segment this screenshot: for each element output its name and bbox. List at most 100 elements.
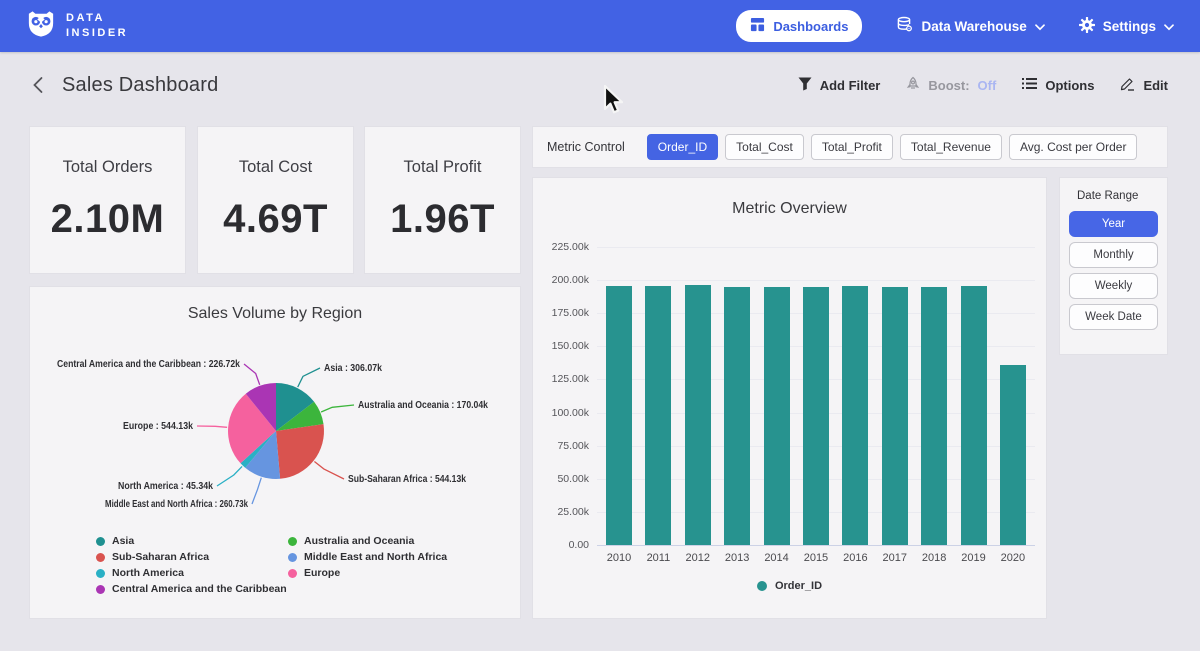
- date-range-monthly-button[interactable]: Monthly: [1069, 242, 1158, 268]
- legend-dot: [96, 553, 105, 562]
- brand-line1: DATA: [66, 11, 128, 26]
- pie-chart-title: Sales Volume by Region: [30, 287, 520, 323]
- y-tick-label: 100.00k: [537, 407, 589, 419]
- edit-label: Edit: [1143, 78, 1168, 93]
- pie-label-leader: [252, 478, 261, 504]
- nav-settings[interactable]: Settings: [1079, 17, 1174, 36]
- x-tick-label: 2018: [916, 552, 952, 564]
- legend-item[interactable]: Asia: [96, 533, 288, 549]
- add-filter-label: Add Filter: [820, 78, 881, 93]
- nav-settings-label: Settings: [1103, 19, 1156, 34]
- owl-logo-icon: [26, 10, 56, 43]
- y-tick-label: 125.00k: [537, 373, 589, 385]
- legend-dot: [96, 569, 105, 578]
- x-tick-label: 2015: [798, 552, 834, 564]
- legend-item[interactable]: Central America and the Caribbean: [96, 581, 288, 597]
- boost-rocket-icon: [906, 76, 920, 94]
- legend-dot: [757, 581, 767, 591]
- bar-chart-legend[interactable]: Order_ID: [533, 580, 1046, 592]
- metric-chip-avg-cost-per-order[interactable]: Avg. Cost per Order: [1009, 134, 1138, 160]
- legend-label: North America: [112, 567, 184, 579]
- legend-item[interactable]: Australia and Oceania: [288, 533, 447, 549]
- bar[interactable]: [882, 287, 908, 545]
- x-tick-label: 2016: [837, 552, 873, 564]
- bar[interactable]: [764, 287, 790, 546]
- legend-item[interactable]: North America: [96, 565, 288, 581]
- data-warehouse-icon: [896, 16, 913, 36]
- pie-slice-sub-saharan-africa[interactable]: [276, 424, 324, 479]
- bar-chart-plot-area: 0.0025.00k50.00k75.00k100.00k125.00k150.…: [597, 247, 1035, 545]
- y-tick-label: 25.00k: [537, 506, 589, 518]
- bar[interactable]: [724, 287, 750, 545]
- bar[interactable]: [961, 286, 987, 545]
- bar-chart-x-axis: 2010201120122013201420152016201720182019…: [597, 552, 1035, 564]
- y-tick-label: 75.00k: [537, 440, 589, 452]
- add-filter-button[interactable]: Add Filter: [798, 77, 881, 94]
- legend-label: Australia and Oceania: [304, 535, 414, 547]
- nav-dashboards-button[interactable]: Dashboards: [736, 10, 862, 42]
- nav-dashboards-label: Dashboards: [773, 19, 848, 34]
- date-range-year-button[interactable]: Year: [1069, 211, 1158, 237]
- bar[interactable]: [685, 285, 711, 545]
- chevron-down-icon: [1164, 19, 1174, 34]
- legend-label: Central America and the Caribbean: [112, 583, 287, 595]
- boost-value: Off: [978, 78, 997, 93]
- metric-chip-order-id[interactable]: Order_ID: [647, 134, 718, 160]
- metric-overview-chart-card: Metric Overview 0.0025.00k50.00k75.00k10…: [533, 178, 1046, 618]
- metric-control-strip: Metric Control Order_ID Total_Cost Total…: [533, 127, 1167, 167]
- bar[interactable]: [645, 286, 671, 545]
- x-tick-label: 2011: [640, 552, 676, 564]
- kpi-value: 1.96T: [390, 197, 495, 242]
- legend-label: Asia: [112, 535, 134, 547]
- bar[interactable]: [606, 286, 632, 545]
- kpi-label: Total Profit: [404, 158, 482, 177]
- nav-data-warehouse-label: Data Warehouse: [921, 19, 1026, 34]
- bar[interactable]: [921, 287, 947, 545]
- back-button[interactable]: [32, 76, 44, 94]
- legend-dot: [288, 537, 297, 546]
- legend-item[interactable]: Middle East and North Africa: [288, 549, 447, 565]
- legend-dot: [96, 585, 105, 594]
- y-tick-label: 200.00k: [537, 274, 589, 286]
- pie-label-leader: [321, 405, 354, 412]
- date-range-weekly-button[interactable]: Weekly: [1069, 273, 1158, 299]
- gridline: [597, 545, 1035, 546]
- pie-slice-label: Central America and the Caribbean : 226.…: [57, 359, 240, 370]
- pie-label-leader: [244, 364, 260, 385]
- x-tick-label: 2014: [759, 552, 795, 564]
- boost-label: Boost:: [928, 78, 969, 93]
- pie-chart: Asia : 306.07kAustralia and Oceania : 17…: [30, 339, 520, 525]
- metric-chip-total-revenue[interactable]: Total_Revenue: [900, 134, 1002, 160]
- bar[interactable]: [1000, 365, 1026, 545]
- nav-data-warehouse[interactable]: Data Warehouse: [896, 16, 1044, 36]
- date-range-week-date-button[interactable]: Week Date: [1069, 304, 1158, 330]
- options-list-icon: [1022, 77, 1037, 93]
- dashboard-toolbar: Sales Dashboard Add Filter Boost: Off: [0, 52, 1200, 118]
- legend-label: Europe: [304, 567, 340, 579]
- legend-dot: [96, 537, 105, 546]
- x-tick-label: 2012: [680, 552, 716, 564]
- kpi-total-orders: Total Orders 2.10M: [30, 127, 185, 273]
- legend-item[interactable]: Sub-Saharan Africa: [96, 549, 288, 565]
- legend-item[interactable]: Europe: [288, 565, 447, 581]
- y-tick-label: 150.00k: [537, 340, 589, 352]
- kpi-value: 2.10M: [51, 197, 165, 242]
- bar[interactable]: [842, 286, 868, 546]
- bar-chart-title: Metric Overview: [533, 178, 1046, 218]
- y-tick-label: 0.00: [537, 539, 589, 551]
- edit-button[interactable]: Edit: [1120, 76, 1168, 94]
- kpi-label: Total Cost: [239, 158, 312, 177]
- sales-dashboard-page: DATA INSIDER Dashboards: [0, 0, 1200, 651]
- pie-slice-label: Sub-Saharan Africa : 544.13k: [348, 474, 466, 485]
- brand-logo[interactable]: DATA INSIDER: [26, 10, 128, 43]
- metric-chip-total-cost[interactable]: Total_Cost: [725, 134, 804, 160]
- bar[interactable]: [803, 287, 829, 545]
- page-title: Sales Dashboard: [62, 74, 218, 97]
- legend-label: Sub-Saharan Africa: [112, 551, 209, 563]
- x-tick-label: 2020: [995, 552, 1031, 564]
- options-label: Options: [1045, 78, 1094, 93]
- metric-chip-total-profit[interactable]: Total_Profit: [811, 134, 893, 160]
- options-button[interactable]: Options: [1022, 77, 1094, 93]
- boost-toggle[interactable]: Boost: Off: [906, 76, 996, 94]
- metric-control-label: Metric Control: [547, 140, 625, 154]
